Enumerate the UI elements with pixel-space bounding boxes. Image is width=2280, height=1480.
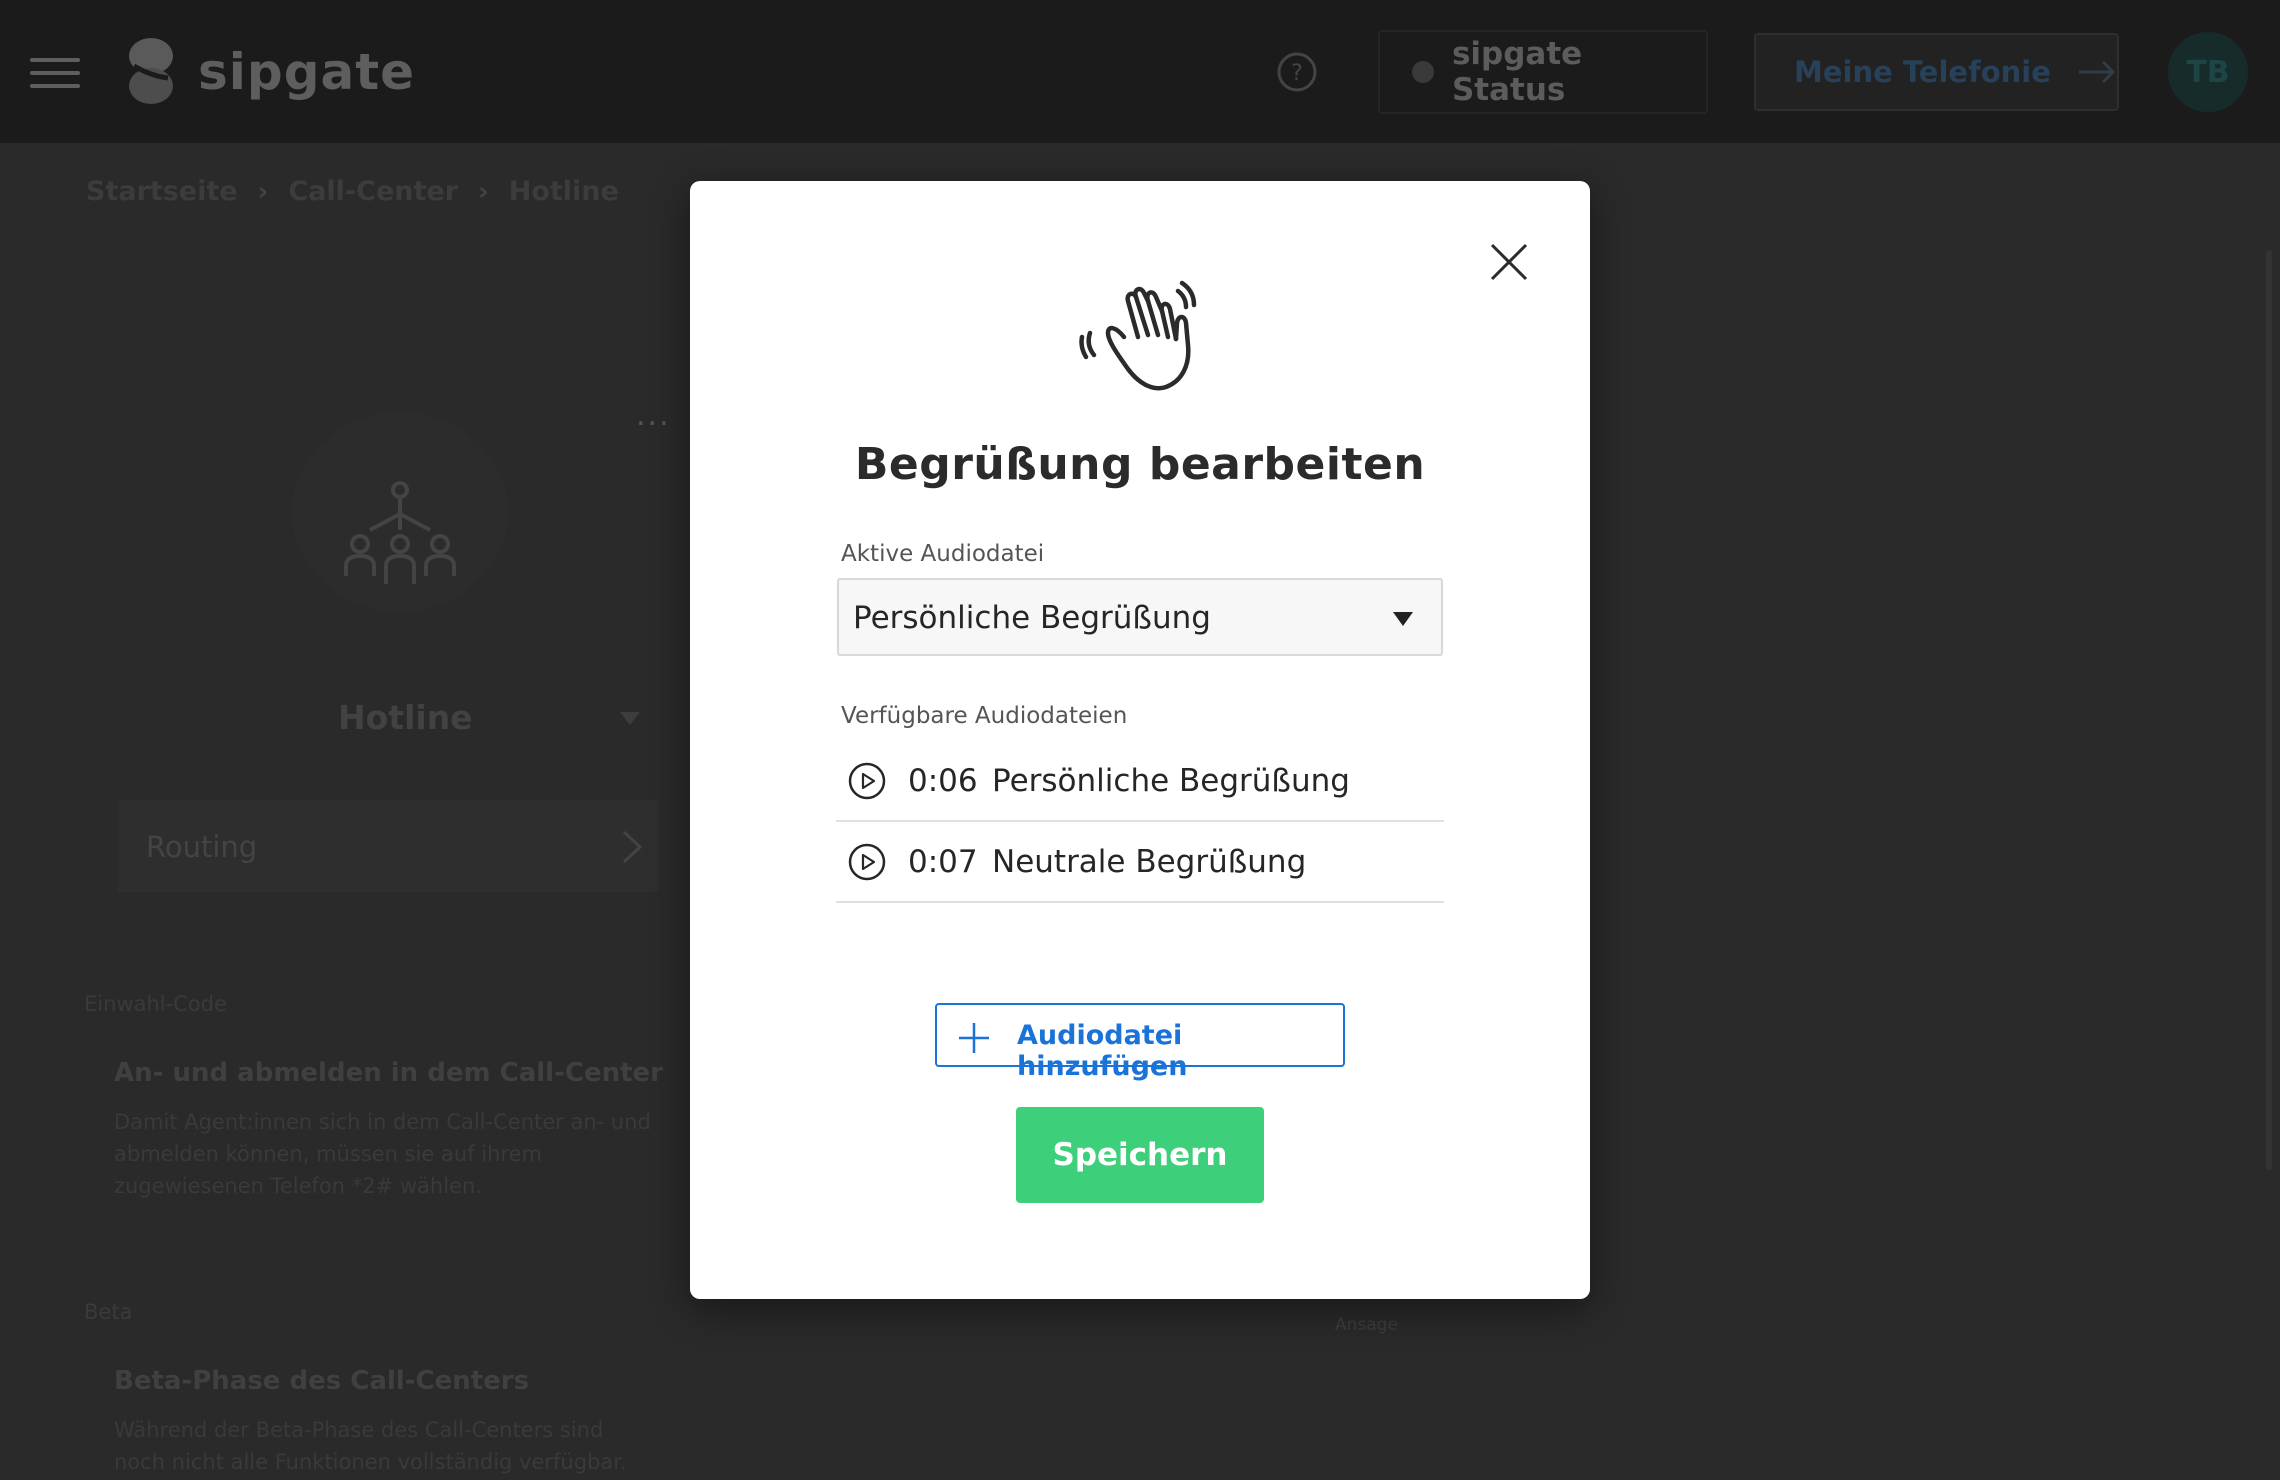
top-navigation-bar: sipgate ? sipgate Status Meine Telefonie… [0,0,2280,143]
dialog-title: Begrüßung bearbeiten [854,439,1426,490]
meine-telefonie-button[interactable]: Meine Telefonie [1754,33,2119,111]
chevron-right-icon: › [478,176,489,207]
brand-name: sipgate [198,43,416,101]
list-item: 0:07 Neutrale Begrüßung [836,822,1444,903]
add-audio-file-button[interactable]: Audiodatei hinzufügen [935,1003,1345,1082]
waving-hand-icon [1079,280,1197,391]
einwahl-card-title: An- und abmelden in dem Call-Center [114,1058,663,1088]
dropdown-caret-icon [620,712,640,725]
more-options-button[interactable]: ... [636,398,671,433]
user-avatar[interactable]: TB [2168,32,2248,112]
beta-section-label: Beta [84,1300,133,1324]
edit-greeting-dialog: Begrüßung bearbeiten Aktive Audiodatei P… [690,181,1590,1299]
breadcrumb-call-center[interactable]: Call-Center [288,176,458,207]
audio-file-list: 0:06 Persönliche Begrüßung 0:07 Neutrale… [836,741,1444,903]
available-audio-label: Verfügbare Audiodateien [841,703,1128,729]
audio-name: Persönliche Begrüßung [992,763,1350,799]
beta-card-text: Während der Beta-Phase des Call-Centers … [114,1418,627,1474]
help-icon[interactable]: ? [1277,52,1317,92]
einwahl-card-text: Damit Agent:innen sich in dem Call-Cente… [114,1110,651,1198]
beta-card-title: Beta-Phase des Call-Centers [114,1366,530,1396]
active-audio-label: Aktive Audiodatei [841,541,1045,567]
save-button[interactable]: Speichern [1016,1107,1264,1203]
menu-icon[interactable] [30,58,80,88]
audio-duration: 0:06 [908,763,978,799]
play-icon[interactable] [848,762,886,800]
sipgate-status-button[interactable]: sipgate Status [1378,30,1708,114]
breadcrumb: Startseite › Call-Center › Hotline [86,176,619,207]
breadcrumb-hotline: Hotline [508,176,619,207]
hotline-name: Hotline [338,698,473,737]
hotline-selector[interactable]: Hotline [120,690,650,750]
einwahl-section-label: Einwahl-Code [84,992,227,1016]
routing-row[interactable]: Routing [118,800,658,892]
list-item: 0:06 Persönliche Begrüßung [836,741,1444,822]
active-audio-select[interactable]: Persönliche Begrüßung [837,578,1443,656]
arrow-right-icon [2078,60,2116,84]
sipgate-logo-icon [129,38,173,104]
plus-icon [959,1023,989,1053]
play-icon[interactable] [848,843,886,881]
save-button-label: Speichern [1052,1137,1228,1173]
close-icon[interactable] [1488,241,1530,283]
routing-label: Routing [146,830,258,864]
chevron-right-icon [622,830,643,864]
breadcrumb-startseite[interactable]: Startseite [86,176,238,207]
sipgate-logo[interactable]: sipgate [126,36,415,108]
dropdown-caret-icon [1393,612,1413,626]
add-audio-file-label: Audiodatei hinzufügen [1017,1020,1188,1082]
team-routing-icon [344,481,456,584]
status-button-label: sipgate Status [1451,36,1583,108]
chevron-right-icon: › [257,176,269,207]
page-scrollbar[interactable] [2266,250,2272,1170]
svg-text:?: ? [1291,61,1303,86]
status-dot-icon [1412,61,1434,83]
audio-duration: 0:07 [908,844,978,880]
ansage-label: Ansage [1335,1315,1398,1335]
audio-name: Neutrale Begrüßung [992,844,1307,880]
telefonie-button-label: Meine Telefonie [1794,55,2051,89]
active-audio-value: Persönliche Begrüßung [853,600,1211,636]
